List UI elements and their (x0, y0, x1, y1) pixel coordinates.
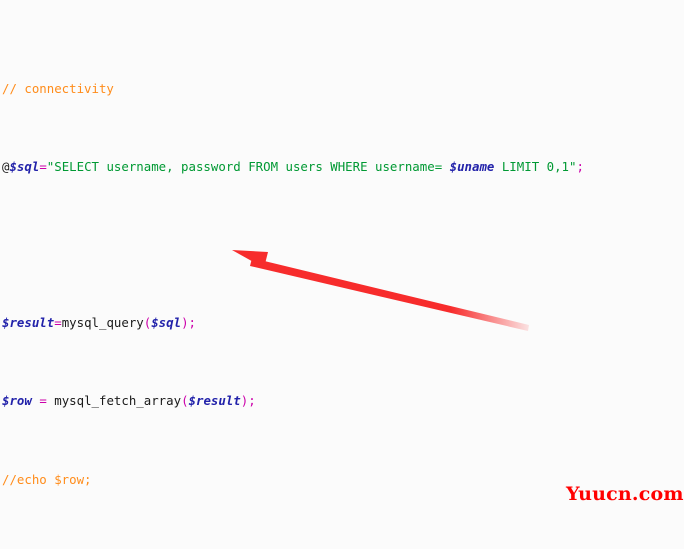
code-line: $result=mysql_query($sql); (2, 315, 196, 331)
code-screenshot: // connectivity @$sql="SELECT username, … (0, 0, 684, 549)
watermark-yuucn: Yuucn.com (566, 483, 684, 505)
code-line: @$sql="SELECT username, password FROM us… (2, 158, 584, 174)
code-block: // connectivity @$sql="SELECT username, … (0, 20, 684, 549)
code-line: $row = mysql_fetch_array($result); (2, 393, 256, 409)
code-line: // connectivity (2, 80, 114, 96)
